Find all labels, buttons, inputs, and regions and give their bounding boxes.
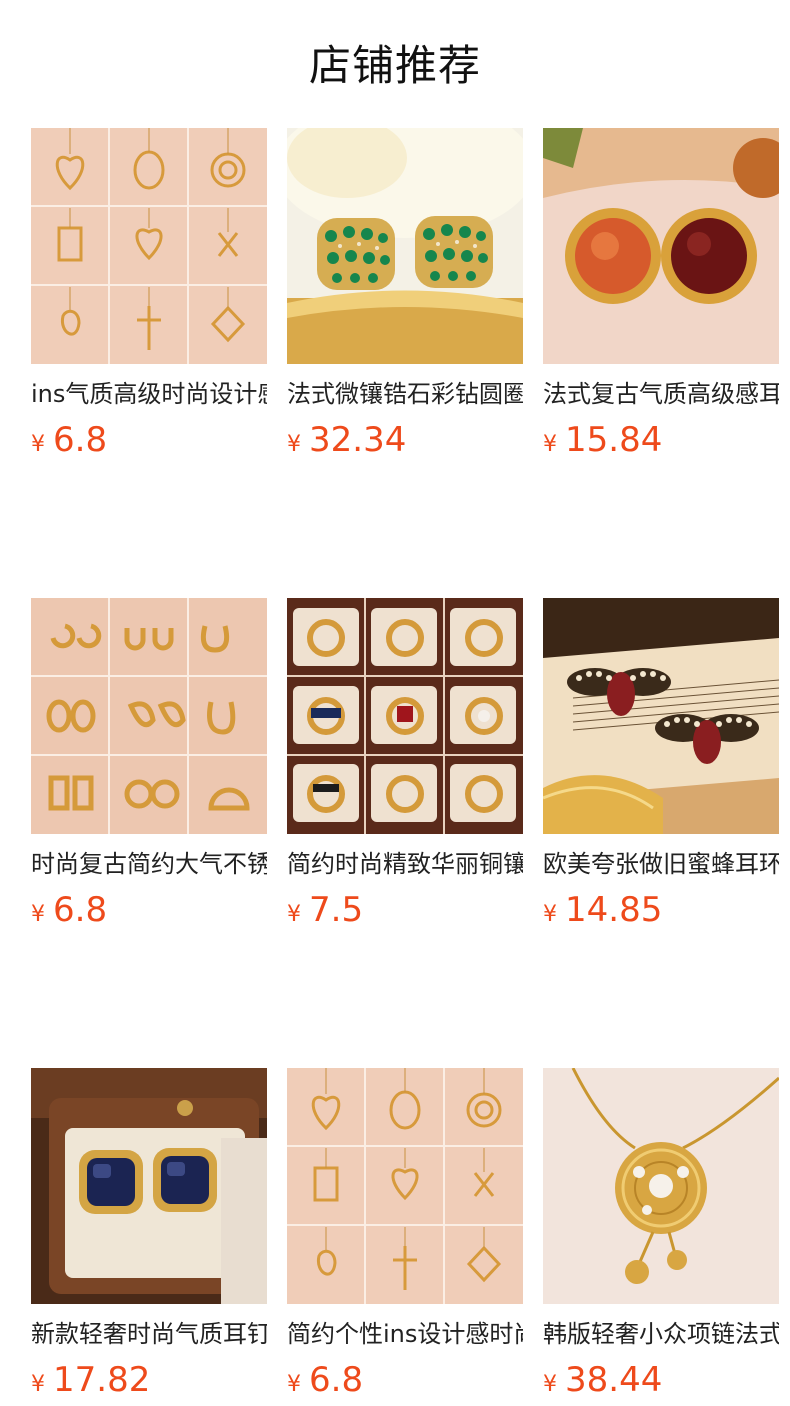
currency-symbol: ¥ bbox=[31, 902, 45, 927]
product-image-red-agate-studs[interactable] bbox=[543, 128, 779, 364]
product-card[interactable]: 韩版轻奢小众项链法式 ¥38.44 bbox=[543, 1068, 779, 1406]
product-card[interactable]: 新款轻奢时尚气质耳钉 ¥17.82 bbox=[31, 1068, 267, 1406]
product-price: ¥14.85 bbox=[543, 890, 779, 936]
price-value: 6.8 bbox=[53, 890, 108, 930]
product-title[interactable]: 韩版轻奢小众项链法式 bbox=[543, 1318, 779, 1350]
product-image-green-zircon-earrings[interactable] bbox=[287, 128, 523, 364]
currency-symbol: ¥ bbox=[543, 432, 557, 457]
product-image-gold-rings[interactable] bbox=[287, 598, 523, 834]
product-price: ¥17.82 bbox=[31, 1360, 267, 1406]
product-title[interactable]: 新款轻奢时尚气质耳钉 bbox=[31, 1318, 267, 1350]
currency-symbol: ¥ bbox=[543, 902, 557, 927]
product-card[interactable]: 简约个性ins设计感时尚 ¥6.8 bbox=[287, 1068, 523, 1406]
price-value: 14.85 bbox=[565, 890, 663, 930]
product-title[interactable]: 简约时尚精致华丽铜镶 bbox=[287, 848, 523, 880]
price-value: 38.44 bbox=[565, 1360, 663, 1400]
currency-symbol: ¥ bbox=[31, 432, 45, 457]
product-image-gold-pendants[interactable] bbox=[31, 128, 267, 364]
product-card[interactable]: 时尚复古简约大气不锈 ¥6.8 bbox=[31, 598, 267, 936]
price-value: 15.84 bbox=[565, 420, 663, 460]
price-value: 32.34 bbox=[309, 420, 407, 460]
product-grid: ins气质高级时尚设计感 ¥6.8 法式微镶锆石彩钻圆圈 ¥ 32.34 法式复… bbox=[31, 128, 790, 1406]
product-title[interactable]: ins气质高级时尚设计感 bbox=[31, 378, 267, 410]
product-image-gold-pendants-2[interactable] bbox=[287, 1068, 523, 1304]
product-title[interactable]: 法式复古气质高级感耳 bbox=[543, 378, 779, 410]
product-price: ¥15.84 bbox=[543, 420, 779, 466]
currency-symbol: ¥ bbox=[287, 432, 301, 457]
product-card[interactable]: 法式微镶锆石彩钻圆圈 ¥32.34 bbox=[287, 128, 523, 466]
product-title[interactable]: 欧美夸张做旧蜜蜂耳环 bbox=[543, 848, 779, 880]
product-card[interactable]: 法式复古气质高级感耳 ¥15.84 bbox=[543, 128, 779, 466]
product-title[interactable]: 法式微镶锆石彩钻圆圈 bbox=[287, 378, 523, 410]
product-title[interactable]: 简约个性ins设计感时尚 bbox=[287, 1318, 523, 1350]
product-price: ¥6.8 bbox=[31, 890, 267, 936]
product-price: ¥7.5 bbox=[287, 890, 523, 936]
product-card[interactable]: ins气质高级时尚设计感 ¥6.8 bbox=[31, 128, 267, 466]
product-price: ¥32.34 bbox=[287, 420, 523, 466]
currency-symbol: ¥ bbox=[543, 1372, 557, 1397]
currency-symbol: ¥ bbox=[31, 1372, 45, 1397]
product-title[interactable]: 时尚复古简约大气不锈 bbox=[31, 848, 267, 880]
product-card[interactable]: 简约时尚精致华丽铜镶 ¥7.5 bbox=[287, 598, 523, 936]
product-price: ¥6.8 bbox=[31, 420, 267, 466]
product-image-blue-crystal-earrings[interactable] bbox=[31, 1068, 267, 1304]
product-image-bee-earrings[interactable] bbox=[543, 598, 779, 834]
price-value: 6.8 bbox=[309, 1360, 364, 1400]
price-value: 7.5 bbox=[309, 890, 364, 930]
product-image-gold-hoops[interactable] bbox=[31, 598, 267, 834]
product-image-pearl-lariat-necklace[interactable] bbox=[543, 1068, 779, 1304]
product-price: ¥6.8 bbox=[287, 1360, 523, 1406]
currency-symbol: ¥ bbox=[287, 902, 301, 927]
product-card[interactable]: 欧美夸张做旧蜜蜂耳环 ¥14.85 bbox=[543, 598, 779, 936]
price-value: 17.82 bbox=[53, 1360, 151, 1400]
currency-symbol: ¥ bbox=[287, 1372, 301, 1397]
section-title: 店铺推荐 bbox=[308, 41, 481, 90]
price-value: 6.8 bbox=[53, 420, 108, 460]
product-price: ¥38.44 bbox=[543, 1360, 779, 1406]
